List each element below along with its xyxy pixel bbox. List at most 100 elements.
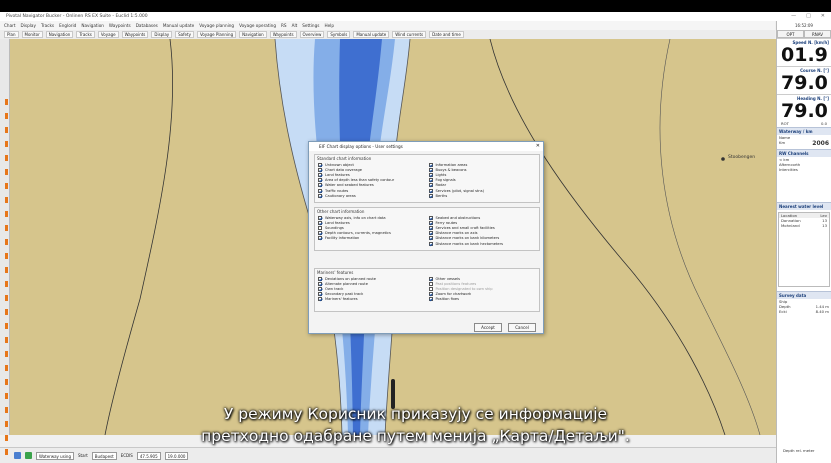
menu-rs[interactable]: RS — [281, 23, 287, 28]
option-checkbox[interactable] — [428, 215, 433, 220]
menu-waypoints[interactable]: Waypoints — [109, 23, 131, 28]
option-checkbox[interactable] — [428, 178, 433, 183]
option-checkbox[interactable] — [428, 220, 433, 225]
option-checkbox[interactable] — [318, 292, 322, 297]
option-checkbox[interactable] — [428, 172, 433, 177]
accept-button[interactable]: Accept — [474, 323, 502, 332]
group-title: Other chart information — [317, 209, 365, 214]
menu-alt[interactable]: Alt — [292, 23, 298, 28]
option-checkbox[interactable] — [318, 188, 322, 193]
option-checkbox[interactable] — [318, 193, 322, 198]
place-marker[interactable] — [721, 157, 725, 161]
rot-label: ROT — [781, 121, 789, 126]
tab-display[interactable]: Display — [151, 31, 173, 38]
option-label: Own track — [325, 286, 344, 291]
option-label: Lights — [435, 172, 447, 177]
option-label: Mariners' features — [325, 297, 358, 302]
option-checkbox[interactable] — [318, 178, 322, 183]
option-checkbox[interactable] — [318, 297, 322, 302]
display-option[interactable]: Position fixes — [428, 297, 540, 302]
display-option[interactable]: Berths — [428, 193, 540, 198]
option-checkbox[interactable] — [428, 276, 433, 281]
tab-safety[interactable]: Safety — [175, 31, 194, 38]
menu-tracks[interactable]: Tracks — [41, 23, 54, 28]
tab-monitor[interactable]: Monitor — [21, 31, 43, 38]
tab-wind-currents[interactable]: Wind currents — [392, 31, 427, 38]
option-label: Cautionary areas — [325, 193, 356, 198]
heading-value: 79.0 — [781, 100, 828, 122]
dialog-title: EIF Chart display options - User setting… — [319, 144, 403, 149]
option-checkbox[interactable] — [428, 292, 433, 297]
option-checkbox[interactable] — [318, 162, 322, 167]
tab-rnav[interactable]: RNAV — [804, 30, 831, 38]
display-option[interactable]: Mariners' features — [318, 297, 429, 302]
menu-voyage-planning[interactable]: Voyage planning — [199, 23, 234, 28]
option-checkbox[interactable] — [428, 286, 433, 291]
menu-settings[interactable]: Settings — [302, 23, 319, 28]
option-checkbox[interactable] — [428, 231, 433, 236]
menu-englorid[interactable]: Englorid — [59, 23, 76, 28]
start-select[interactable]: Budapest — [91, 451, 117, 460]
tab-tracks[interactable]: Tracks — [76, 31, 95, 38]
option-checkbox[interactable] — [318, 231, 322, 236]
minimize-button[interactable]: — — [791, 13, 796, 19]
option-label: Other vessels — [435, 276, 461, 281]
menu-display[interactable]: Display — [21, 23, 36, 28]
option-checkbox[interactable] — [428, 167, 433, 172]
option-checkbox[interactable] — [318, 172, 322, 177]
tab-waypoints-2[interactable]: Waypoints — [269, 31, 297, 38]
list-item[interactable]: Mohnland 13 — [779, 223, 829, 228]
tab-opt[interactable]: OPT — [777, 30, 804, 38]
option-checkbox[interactable] — [428, 193, 433, 198]
option-checkbox[interactable] — [428, 281, 433, 286]
option-checkbox[interactable] — [318, 276, 322, 281]
cancel-button[interactable]: Cancel — [508, 323, 536, 332]
maximize-button[interactable]: □ — [806, 13, 811, 19]
option-checkbox[interactable] — [428, 162, 433, 167]
menu-manual-update[interactable]: Manual update — [163, 23, 194, 28]
option-checkbox[interactable] — [428, 183, 433, 188]
display-option[interactable]: Facility information — [318, 236, 429, 241]
tab-waypoints[interactable]: Waypoints — [121, 31, 149, 38]
option-checkbox[interactable] — [318, 220, 322, 225]
tab-voyage-planning[interactable]: Voyage Planning — [196, 31, 237, 38]
option-checkbox[interactable] — [318, 215, 322, 220]
option-checkbox[interactable] — [428, 297, 433, 302]
tab-overview[interactable]: Overview — [299, 31, 325, 38]
option-checkbox[interactable] — [318, 281, 322, 286]
dialog-close-icon[interactable]: ✕ — [536, 142, 540, 151]
menu-chart[interactable]: Chart — [4, 23, 16, 28]
option-checkbox[interactable] — [318, 167, 322, 172]
option-column: Seabed and obstructions Ferry routes Servi… — [428, 215, 540, 246]
option-label: Position fixes — [435, 297, 460, 302]
menu-help[interactable]: Help — [324, 23, 334, 28]
tab-voyage[interactable]: Voyage — [97, 31, 119, 38]
menu-navigation[interactable]: Navigation — [81, 23, 104, 28]
option-checkbox[interactable] — [428, 241, 433, 246]
option-checkbox[interactable] — [318, 225, 322, 230]
tab-date-time[interactable]: Date and time — [429, 31, 464, 38]
tab-symbols[interactable]: Symbols — [327, 31, 351, 38]
option-checkbox[interactable] — [428, 188, 433, 193]
title-bar: Pivotal Navigator Bucker - Onlinen RS EX… — [0, 12, 831, 21]
menu-voyage-operating[interactable]: Voyage operating — [239, 23, 276, 28]
tab-navigation[interactable]: Navigation — [45, 31, 74, 38]
close-button[interactable]: ✕ — [821, 13, 825, 19]
mode-select[interactable]: Waterway using — [36, 451, 74, 460]
display-option[interactable]: Cautionary areas — [318, 193, 429, 198]
water-level-list[interactable]: Location Lev Donnation 13 Mohnland 13 — [778, 212, 830, 287]
globe-icon[interactable] — [14, 452, 21, 459]
option-checkbox[interactable] — [428, 225, 433, 230]
option-checkbox[interactable] — [428, 236, 433, 241]
latitude-field[interactable]: 47.5.905 — [136, 451, 161, 460]
option-checkbox[interactable] — [318, 286, 322, 291]
tab-navigation-2[interactable]: Navigation — [239, 31, 267, 38]
tab-plan[interactable]: Plan — [4, 31, 19, 38]
longitude-field[interactable]: 19.0.000 — [164, 451, 189, 460]
option-checkbox[interactable] — [318, 183, 322, 188]
gps-icon[interactable] — [25, 452, 32, 459]
option-checkbox[interactable] — [318, 236, 322, 241]
tab-manual-update[interactable]: Manual update — [353, 31, 390, 38]
display-option[interactable]: Distance marks on bank hectometers — [428, 241, 540, 246]
menu-databases[interactable]: Databases — [136, 23, 158, 28]
